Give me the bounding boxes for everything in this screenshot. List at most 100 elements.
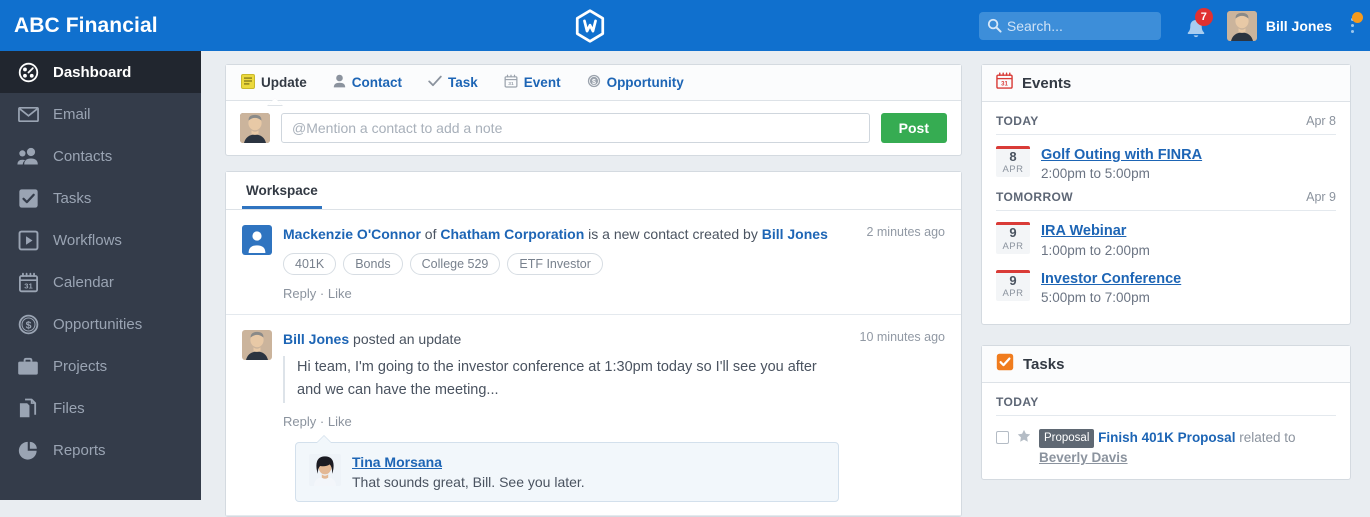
event-item[interactable]: 9 APR Investor Conference 5:00pm to 7:00… [996, 267, 1336, 314]
user-menu[interactable]: Bill Jones [1227, 11, 1332, 41]
contact-tag[interactable]: 401K [283, 253, 336, 275]
task-related-contact-link[interactable]: Beverly Davis [1039, 450, 1128, 465]
sidebar-item-workflows[interactable]: Workflows [0, 219, 201, 261]
contact-creator-link[interactable]: Bill Jones [762, 226, 828, 242]
divider [996, 134, 1336, 135]
comment-author-link[interactable]: Tina Morsana [352, 454, 442, 470]
composer-user-avatar [240, 113, 270, 143]
mention-note-input[interactable] [281, 113, 870, 143]
sidebar-item-label: Contacts [53, 148, 112, 165]
right-column: 31 Events TODAY Apr 8 8 APR Golf [981, 64, 1351, 500]
sidebar-item-reports[interactable]: Reports [0, 429, 201, 471]
comment-text: That sounds great, Bill. See you later. [352, 474, 585, 490]
envelope-icon [17, 103, 39, 125]
contact-tag[interactable]: ETF Investor [507, 253, 603, 275]
sidebar-item-projects[interactable]: Projects [0, 345, 201, 387]
activity-feed: Workspace Mackenzie O'Connor of Chatha [225, 171, 962, 517]
events-group-header-today: TODAY Apr 8 [996, 114, 1336, 134]
like-link[interactable]: Like [328, 414, 352, 429]
notifications-button[interactable]: 7 [1179, 6, 1213, 46]
feed-item-timestamp: 2 minutes ago [856, 225, 945, 301]
check-square-icon [996, 353, 1014, 376]
contact-tag[interactable]: College 529 [410, 253, 501, 275]
comment-body: Tina Morsana That sounds great, Bill. Se… [352, 454, 585, 490]
play-square-icon [17, 229, 39, 251]
event-month: APR [996, 288, 1030, 299]
user-name-label: Bill Jones [1266, 18, 1332, 34]
tasks-group-header: TODAY [996, 395, 1336, 415]
contact-avatar-icon [242, 225, 272, 255]
composer-tab-opportunity[interactable]: $ Opportunity [587, 74, 684, 91]
sidebar-item-tasks[interactable]: Tasks [0, 177, 201, 219]
like-link[interactable]: Like [328, 286, 352, 301]
composer-tab-update[interactable]: Update [241, 74, 307, 92]
sidebar-item-contacts[interactable]: Contacts [0, 135, 201, 177]
sidebar-item-label: Projects [53, 358, 107, 375]
search-icon [987, 18, 1002, 38]
composer-tab-contact[interactable]: Contact [333, 74, 402, 91]
dashboard-icon [17, 61, 39, 83]
post-button[interactable]: Post [881, 113, 947, 143]
sidebar-item-calendar[interactable]: 31 Calendar [0, 261, 201, 303]
reply-link[interactable]: Reply [283, 286, 316, 301]
contact-tag[interactable]: Bonds [343, 253, 402, 275]
event-date-chip: 9 APR [996, 222, 1030, 253]
events-group-date: Apr 9 [1306, 190, 1336, 204]
task-checkbox[interactable] [996, 431, 1009, 444]
task-item: Proposal Finish 401K Proposal related to… [996, 424, 1336, 469]
note-icon [241, 74, 255, 92]
event-details: IRA Webinar 1:00pm to 2:00pm [1041, 222, 1150, 257]
event-name-link[interactable]: Golf Outing with FINRA [1041, 147, 1202, 163]
event-name-link[interactable]: IRA Webinar [1041, 223, 1126, 239]
sidebar-item-label: Reports [53, 442, 106, 459]
svg-text:$: $ [592, 79, 596, 86]
check-square-icon [17, 187, 39, 209]
sidebar-item-files[interactable]: Files [0, 387, 201, 429]
event-details: Golf Outing with FINRA 2:00pm to 5:00pm [1041, 146, 1202, 181]
divider [996, 415, 1336, 416]
event-day: 9 [996, 274, 1030, 288]
reply-link[interactable]: Reply [283, 414, 316, 429]
post-author-link[interactable]: Bill Jones [283, 331, 349, 347]
composer-tab-label: Task [448, 75, 478, 90]
sidebar-nav: Dashboard Email Contacts [0, 51, 201, 500]
task-type-badge: Proposal [1039, 429, 1094, 448]
svg-text:31: 31 [1001, 82, 1008, 88]
sidebar-item-label: Workflows [53, 232, 122, 249]
event-time: 2:00pm to 5:00pm [1041, 166, 1202, 181]
events-group-label: TOMORROW [996, 190, 1073, 204]
composer-tab-task[interactable]: Task [428, 75, 478, 90]
events-group-header-tomorrow: TOMORROW Apr 9 [996, 190, 1336, 210]
contact-company-link[interactable]: Chatham Corporation [440, 226, 584, 242]
feed-item-body: Mackenzie O'Connor of Chatham Corporatio… [283, 225, 845, 301]
feed-item-row: Bill Jones posted an update Hi team, I'm… [242, 330, 945, 502]
dollar-coin-icon: $ [17, 313, 39, 335]
star-icon[interactable] [1017, 429, 1031, 449]
events-group-date: Apr 8 [1306, 114, 1336, 128]
files-icon [17, 397, 39, 419]
feed-item-headline: Bill Jones posted an update [283, 330, 839, 349]
sidebar-item-label: Calendar [53, 274, 114, 291]
events-panel-header: 31 Events [982, 65, 1350, 102]
kebab-menu-icon[interactable] [1342, 6, 1362, 46]
event-name-link[interactable]: Investor Conference [1041, 271, 1181, 287]
contact-person-link[interactable]: Mackenzie O'Connor [283, 226, 421, 242]
tab-workspace[interactable]: Workspace [242, 183, 322, 209]
sidebar-item-opportunities[interactable]: $ Opportunities [0, 303, 201, 345]
post-action-text: posted an update [349, 331, 461, 347]
composer-body: Post [226, 101, 961, 155]
composer-tab-label: Update [261, 75, 307, 90]
event-item[interactable]: 8 APR Golf Outing with FINRA 2:00pm to 5… [996, 143, 1336, 190]
contact-tag-list: 401K Bonds College 529 ETF Investor [283, 253, 845, 275]
search-input[interactable] [1007, 18, 1161, 34]
feed-item-update: Bill Jones posted an update Hi team, I'm… [226, 315, 961, 516]
event-item[interactable]: 9 APR IRA Webinar 1:00pm to 2:00pm [996, 219, 1336, 266]
bill-jones-avatar [242, 330, 272, 360]
task-name-link[interactable]: Finish 401K Proposal [1098, 430, 1235, 445]
composer-tab-event[interactable]: 31 Event [504, 74, 561, 91]
sidebar-item-email[interactable]: Email [0, 93, 201, 135]
sidebar-item-dashboard[interactable]: Dashboard [0, 51, 201, 93]
post-composer: Update Contact [225, 64, 962, 156]
kebab-dot [1351, 24, 1354, 27]
search-box[interactable] [979, 12, 1161, 40]
